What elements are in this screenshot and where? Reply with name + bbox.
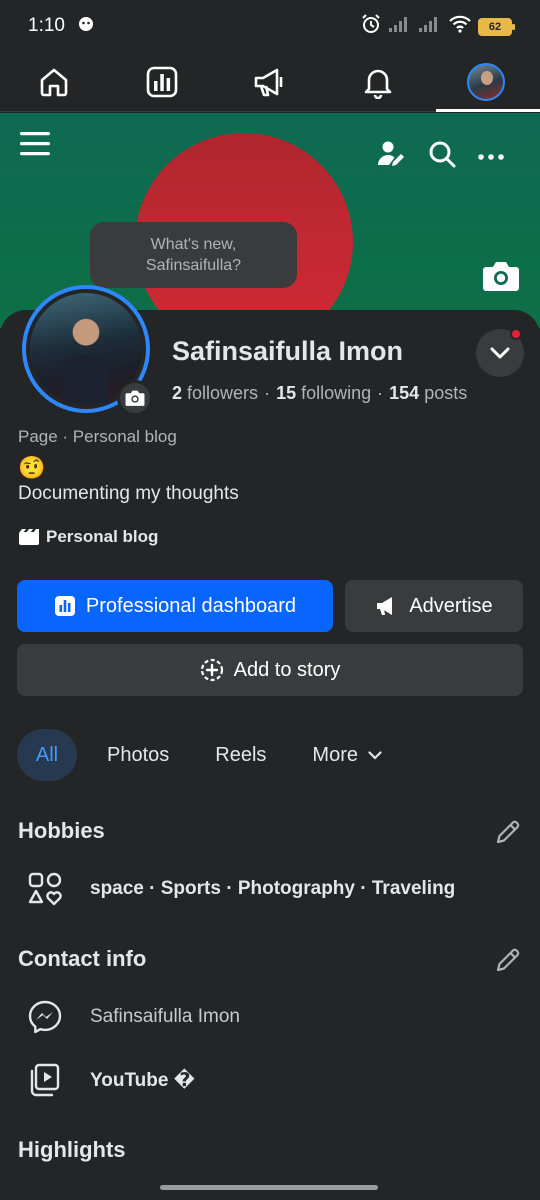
- dashboard-icon: [146, 66, 178, 98]
- professional-dashboard-label: Professional dashboard: [85, 594, 297, 617]
- bubble-line-2: Safinsaifulla?: [145, 257, 242, 274]
- home-indicator[interactable]: [160, 1185, 378, 1190]
- bubble-line-1: What's new,: [150, 236, 237, 253]
- nav-home[interactable]: [0, 52, 108, 112]
- advertise-label: Advertise: [409, 594, 493, 617]
- hamburger-icon: [20, 132, 50, 156]
- edit-profile-picture-button[interactable]: [117, 380, 153, 416]
- dashboard-icon: [54, 596, 75, 616]
- messenger-icon: [28, 1000, 62, 1034]
- profile-stats: 2 followers · 15 following · 154 posts: [172, 383, 467, 404]
- home-icon: [40, 68, 68, 97]
- following-count: 15: [276, 383, 297, 403]
- highlights-title: Highlights: [18, 1137, 126, 1162]
- signal-icon-2: [418, 15, 442, 38]
- notification-dot: [510, 328, 522, 340]
- profile-avatar-icon: [467, 63, 505, 101]
- messenger-name: Safinsaifulla Imon: [90, 1006, 240, 1027]
- edit-profile-button[interactable]: [376, 139, 406, 174]
- tab-reels[interactable]: Reels: [197, 729, 284, 781]
- tab-more-label: More: [312, 743, 358, 766]
- edit-contact-button[interactable]: [494, 946, 522, 979]
- more-dots-icon: [478, 153, 504, 160]
- following-link[interactable]: 15 following: [276, 383, 371, 404]
- pencil-icon: [496, 820, 520, 844]
- followers-link[interactable]: 2 followers: [172, 383, 258, 404]
- following-label: following: [301, 383, 372, 403]
- hobbies-text: space · Sports · Photography · Traveling: [90, 878, 456, 899]
- active-tab-indicator: [436, 109, 540, 112]
- nav-notifications[interactable]: [324, 52, 432, 112]
- menu-button[interactable]: [20, 129, 50, 164]
- megaphone-icon: [377, 597, 393, 615]
- bio-emoji: 🤨: [18, 455, 46, 480]
- whats-new-bubble[interactable]: What's new, Safinsaifulla?: [90, 222, 297, 288]
- profile-name: Safinsaifulla Imon: [172, 336, 404, 366]
- gesture-bar: [0, 1176, 540, 1200]
- separator-dot: ·: [264, 383, 271, 403]
- nav-ads[interactable]: [216, 52, 324, 112]
- separator-dot: ·: [377, 383, 384, 403]
- content-tabs: All Photos Reels More: [17, 729, 400, 781]
- tab-more[interactable]: More: [294, 729, 400, 781]
- posts-link[interactable]: 154 posts: [389, 383, 467, 404]
- pencil-icon: [496, 948, 520, 972]
- signal-icon: [388, 15, 412, 38]
- shapes-icon: [28, 872, 62, 906]
- app-notification-icon: [78, 16, 94, 37]
- camera-icon: [125, 390, 145, 406]
- user-edit-icon: [378, 141, 404, 166]
- add-to-story-button[interactable]: Add to story: [17, 644, 523, 696]
- more-options-button[interactable]: [478, 148, 504, 166]
- search-icon: [429, 141, 456, 168]
- add-story-icon: [200, 658, 223, 682]
- hobbies-row[interactable]: space · Sports · Photography · Traveling: [28, 872, 455, 906]
- followers-label: followers: [187, 383, 259, 403]
- top-navigation: [0, 52, 540, 112]
- hobbies-title: Hobbies: [18, 818, 105, 843]
- battery-icon: 62: [478, 17, 515, 36]
- nav-profile[interactable]: [432, 52, 540, 112]
- status-time: 1:10: [28, 15, 65, 36]
- professional-dashboard-button[interactable]: Professional dashboard: [17, 580, 333, 632]
- video-library-icon: [30, 1063, 60, 1097]
- alarm-icon: [360, 13, 382, 40]
- posts-label: posts: [424, 383, 468, 403]
- wifi-icon: [448, 14, 472, 39]
- tab-all[interactable]: All: [17, 729, 77, 781]
- add-to-story-label: Add to story: [233, 658, 341, 681]
- youtube-link: YouTube �: [90, 1069, 195, 1091]
- edit-hobbies-button[interactable]: [494, 818, 522, 851]
- profile-bio: Documenting my thoughts: [18, 483, 239, 504]
- clapperboard-icon: [19, 529, 39, 545]
- followers-count: 2: [172, 383, 183, 403]
- page-category-line: Page · Personal blog: [18, 427, 177, 446]
- category-label: Personal blog: [46, 527, 159, 546]
- contact-info-title: Contact info: [18, 946, 147, 971]
- advertise-button[interactable]: Advertise: [345, 580, 523, 632]
- messenger-row[interactable]: Safinsaifulla Imon: [28, 1000, 240, 1034]
- megaphone-icon: [254, 68, 283, 97]
- tab-photos[interactable]: Photos: [89, 729, 187, 781]
- chevron-down-icon: [368, 750, 382, 760]
- category-row: Personal blog: [18, 527, 158, 547]
- chevron-down-icon: [490, 347, 510, 359]
- posts-count: 154: [389, 383, 420, 403]
- bell-icon: [364, 69, 392, 99]
- edit-cover-photo-button[interactable]: [482, 259, 520, 298]
- camera-icon: [483, 262, 519, 291]
- status-bar: 1:10 62: [0, 0, 540, 52]
- search-button[interactable]: [428, 140, 456, 173]
- nav-dashboard[interactable]: [108, 52, 216, 112]
- youtube-row[interactable]: YouTube �: [28, 1063, 195, 1097]
